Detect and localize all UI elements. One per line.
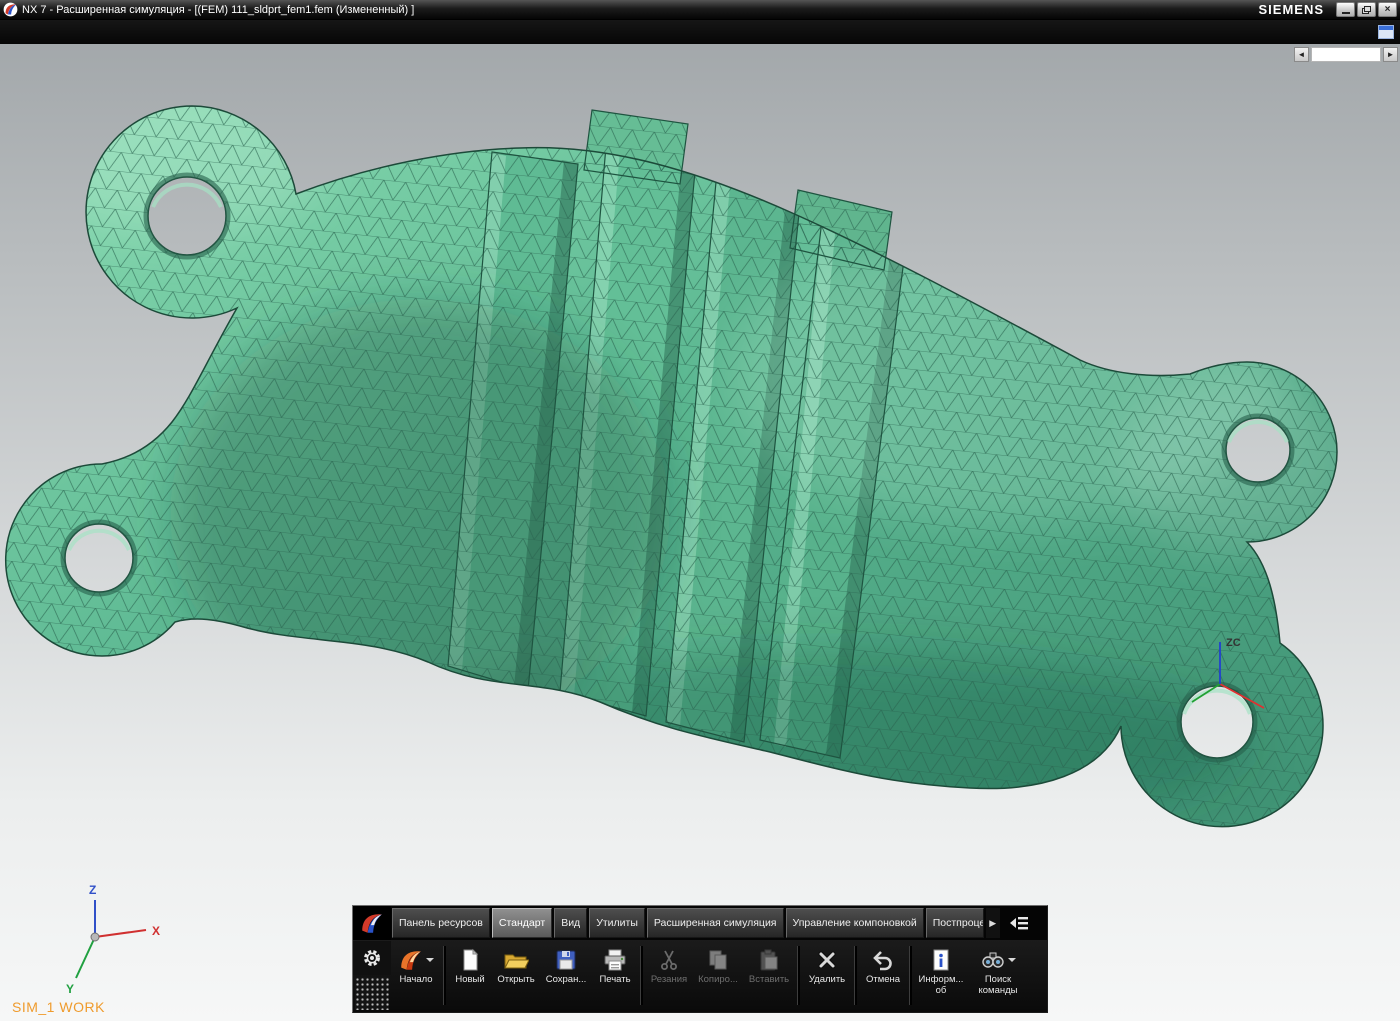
tab-overflow-arrow-icon[interactable]: ▶ bbox=[985, 908, 1000, 938]
toolbar-separator bbox=[909, 946, 912, 1005]
triad-x-label: X bbox=[152, 924, 160, 938]
toolbar-separator bbox=[797, 946, 800, 1005]
new-button[interactable]: Новый bbox=[448, 941, 492, 1010]
cut-button[interactable]: Резания bbox=[645, 941, 693, 1010]
close-icon: × bbox=[1384, 3, 1391, 15]
new-document-icon bbox=[463, 948, 479, 971]
save-button[interactable]: Сохран... bbox=[540, 941, 592, 1010]
menu-strip bbox=[0, 20, 1400, 44]
document-window-icon[interactable] bbox=[1378, 25, 1394, 39]
dock-scroll-right-icon[interactable]: ► bbox=[1383, 47, 1398, 62]
floating-toolbar: Панель ресурсов Стандарт Вид Утилиты Рас… bbox=[352, 905, 1048, 1013]
toolbar-tab-row: Панель ресурсов Стандарт Вид Утилиты Рас… bbox=[353, 906, 1047, 940]
delete-icon bbox=[818, 951, 836, 969]
work-csys-name-label: SIM_1 WORK bbox=[12, 999, 105, 1015]
wcs-triad: Z X Y bbox=[66, 883, 160, 996]
open-button[interactable]: Открыть bbox=[492, 941, 540, 1010]
customize-button[interactable] bbox=[353, 941, 391, 975]
tab-postprocessor[interactable]: Постпроцес bbox=[925, 908, 984, 938]
toolbar-options-button[interactable] bbox=[1002, 908, 1035, 938]
find-command-icon bbox=[982, 952, 1004, 968]
cut-icon bbox=[661, 950, 677, 970]
undo-button[interactable]: Отмена bbox=[859, 941, 907, 1010]
tab-advanced-simulation[interactable]: Расширенная симуляция bbox=[646, 908, 784, 938]
toolbar-button-row: Начало Новый Открыть Сохран... Печать Ре… bbox=[353, 940, 1047, 1012]
tab-layout-management[interactable]: Управление компоновкой bbox=[785, 908, 924, 938]
fem-mesh-model[interactable]: ZC Z X Y bbox=[0, 44, 1400, 1021]
close-button[interactable]: × bbox=[1378, 2, 1397, 17]
triad-y-label: Y bbox=[66, 982, 74, 996]
print-icon bbox=[604, 949, 626, 971]
triad-z-label: Z bbox=[89, 883, 96, 897]
information-button[interactable]: Информ... об bbox=[914, 941, 968, 1010]
paste-button[interactable]: Вставить bbox=[743, 941, 795, 1010]
tab-standard[interactable]: Стандарт bbox=[491, 908, 553, 938]
info-icon bbox=[933, 949, 949, 971]
toolbar-options-icon bbox=[1009, 917, 1028, 930]
open-folder-icon bbox=[504, 954, 529, 969]
restore-icon bbox=[1362, 5, 1371, 14]
window-title: NX 7 - Расширенная симуляция - [(FEM) 11… bbox=[22, 3, 415, 16]
minimize-icon bbox=[1341, 12, 1350, 14]
toolbar-drag-grid[interactable] bbox=[355, 977, 389, 1010]
nx-application-window: NX 7 - Расширенная симуляция - [(FEM) 11… bbox=[0, 0, 1400, 1021]
toolbar-separator bbox=[443, 946, 446, 1005]
nx-logo[interactable] bbox=[353, 906, 391, 940]
toolbar-separator bbox=[854, 946, 857, 1005]
find-command-button[interactable]: Поиск команды bbox=[968, 941, 1028, 1010]
chevron-down-icon bbox=[426, 958, 434, 962]
toolbar-separator bbox=[640, 946, 643, 1005]
start-button[interactable]: Начало bbox=[391, 941, 441, 1010]
gear-icon bbox=[364, 950, 380, 966]
copy-icon bbox=[709, 950, 727, 970]
toolbar-dock: ◄ ► bbox=[1294, 47, 1398, 62]
minimize-button[interactable] bbox=[1336, 2, 1355, 17]
mesh-part-body bbox=[4, 105, 1338, 828]
paste-icon bbox=[760, 949, 778, 971]
restore-button[interactable] bbox=[1357, 2, 1376, 17]
graphics-viewport[interactable]: ◄ ► ZC Z X Y SIM_1 WORK Панель ресурсов … bbox=[0, 44, 1400, 1021]
tab-view[interactable]: Вид bbox=[554, 908, 588, 938]
tab-utilities[interactable]: Утилиты bbox=[589, 908, 645, 938]
dock-scroll-left-icon[interactable]: ◄ bbox=[1294, 47, 1309, 62]
csys-label: ZC bbox=[1226, 637, 1241, 649]
tab-resource-panel[interactable]: Панель ресурсов bbox=[392, 908, 490, 938]
title-bar: NX 7 - Расширенная симуляция - [(FEM) 11… bbox=[0, 0, 1400, 20]
copy-button[interactable]: Копиро... bbox=[693, 941, 743, 1010]
nx-start-icon bbox=[401, 951, 421, 970]
siemens-logo: SIEMENS bbox=[1258, 2, 1324, 17]
chevron-down-icon bbox=[1008, 958, 1016, 962]
delete-button[interactable]: Удалить bbox=[802, 941, 852, 1010]
nx-logo-icon bbox=[362, 914, 382, 933]
dock-empty-strip bbox=[1311, 47, 1381, 62]
toolbar-left-column bbox=[353, 941, 391, 1010]
print-button[interactable]: Печать bbox=[592, 941, 638, 1010]
save-icon bbox=[556, 950, 576, 970]
nx-app-icon[interactable] bbox=[3, 2, 18, 17]
undo-icon bbox=[873, 951, 892, 971]
